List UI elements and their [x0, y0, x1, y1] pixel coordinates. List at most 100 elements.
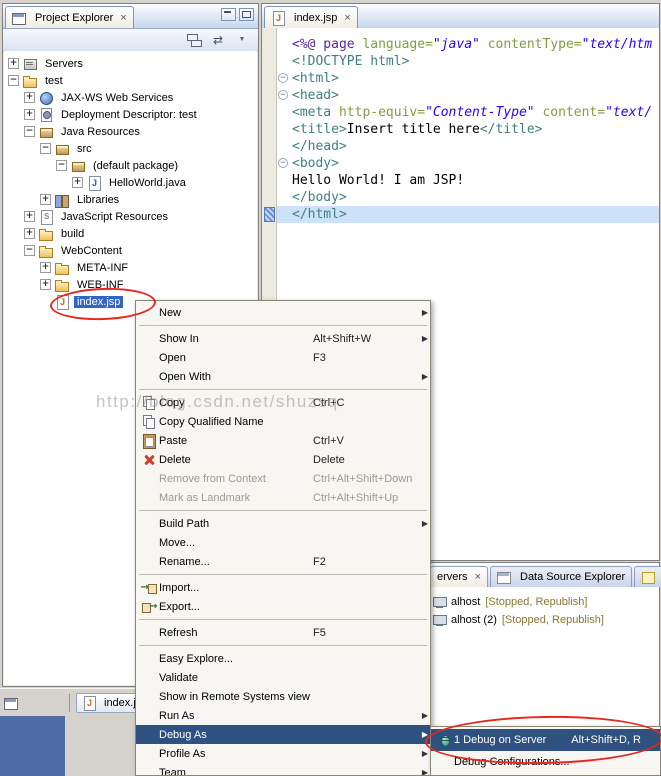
minus-expander-icon[interactable]: − — [24, 245, 35, 256]
menu-shortcut: Ctrl+V — [313, 434, 344, 447]
code-line-2: <!DOCTYPE html> — [292, 54, 410, 69]
code-line-7: </head> — [292, 139, 347, 154]
menu-item-label: Remove from Context — [159, 472, 266, 485]
tab-s[interactable]: S — [634, 566, 661, 587]
code-line-5: <meta http-equiv="Content-Type" content=… — [292, 105, 653, 120]
menu-item-label: Refresh — [159, 626, 198, 639]
close-icon[interactable]: × — [120, 12, 126, 24]
menu-item-run-as[interactable]: Run As ▶ — [136, 706, 430, 725]
plus-expander-icon[interactable]: + — [40, 194, 51, 205]
tree-item-label: Deployment Descriptor: test — [61, 108, 197, 121]
menu-item-refresh[interactable]: Refresh F5 — [136, 623, 430, 642]
tree-item-java-resources[interactable]: − Java Resources — [4, 123, 257, 140]
tree-item-libraries[interactable]: + Libraries — [4, 191, 257, 208]
plus-expander-icon[interactable]: + — [8, 58, 19, 69]
plus-expander-icon[interactable]: + — [72, 177, 83, 188]
folder-icon — [39, 227, 54, 241]
menu-item-rename[interactable]: Rename... F2 — [136, 552, 430, 571]
tree-item-label: JAX-WS Web Services — [61, 91, 174, 104]
tree-item-label: build — [61, 227, 85, 240]
menu-item-debug-as[interactable]: Debug As ▶ — [136, 725, 430, 744]
minus-expander-icon[interactable]: − — [8, 75, 19, 86]
tree-item-test[interactable]: − test — [4, 72, 257, 89]
menu-item-show-in-remote-systems-view[interactable]: Show in Remote Systems view — [136, 687, 430, 706]
menu-separator — [139, 510, 427, 511]
plus-expander-icon[interactable]: + — [24, 109, 35, 120]
tab-ervers[interactable]: ervers × — [430, 566, 488, 587]
tab-data-source-explorer[interactable]: Data Source Explorer — [490, 566, 633, 587]
menu-item-profile-as[interactable]: Profile As ▶ — [136, 744, 430, 763]
close-icon[interactable]: × — [344, 12, 350, 24]
plus-expander-icon[interactable]: + — [24, 92, 35, 103]
tree-item-jax-ws-web-services[interactable]: + JAX-WS Web Services — [4, 89, 257, 106]
fold-minus-icon[interactable]: − — [278, 158, 288, 168]
paste-icon — [142, 433, 157, 449]
menu-item-move[interactable]: Move... — [136, 533, 430, 552]
data-source-icon — [497, 570, 512, 584]
tree-item-build[interactable]: + build — [4, 225, 257, 242]
collapse-all-icon[interactable] — [186, 33, 202, 47]
menu-item-label: Build Path — [159, 517, 210, 530]
menu-item-paste[interactable]: Paste Ctrl+V — [136, 431, 430, 450]
code-line-6: <title>Insert title here</title> — [292, 122, 543, 137]
code-line-10: </body> — [292, 190, 347, 205]
submenu-arrow-icon: ▶ — [421, 749, 428, 758]
tree-item-src[interactable]: − src — [4, 140, 257, 157]
menu-item-export[interactable]: Export... — [136, 597, 430, 616]
menu-item-build-path[interactable]: Build Path ▶ — [136, 514, 430, 533]
minus-expander-icon[interactable]: − — [56, 160, 67, 171]
close-icon[interactable]: × — [475, 571, 481, 583]
tree-item-helloworld-java[interactable]: + HelloWorld.java — [4, 174, 257, 191]
tree-item-meta-inf[interactable]: + META-INF — [4, 259, 257, 276]
project-icon — [23, 74, 38, 88]
code-line-3: − <html> — [277, 70, 659, 87]
plus-expander-icon[interactable]: + — [24, 211, 35, 222]
maximize-icon[interactable] — [239, 8, 254, 21]
descriptor-icon — [39, 107, 54, 122]
project-explorer-toolbar: ⇄ ▼ — [3, 29, 258, 52]
plus-expander-icon[interactable]: + — [40, 279, 51, 290]
menu-item-team[interactable]: Team ▶ — [136, 763, 430, 776]
minus-expander-icon[interactable]: − — [40, 143, 51, 154]
menu-item-copy-qualified-name[interactable]: Copy Qualified Name — [136, 412, 430, 431]
menu-item-label: Show in Remote Systems view — [159, 690, 310, 703]
code-line-8: − <body> — [277, 155, 659, 172]
plus-expander-icon[interactable]: + — [40, 262, 51, 273]
menu-item-open-with[interactable]: Open With ▶ — [136, 367, 430, 386]
plus-expander-icon[interactable]: + — [24, 228, 35, 239]
tab-project-explorer[interactable]: Project Explorer × — [5, 6, 134, 28]
menu-item-delete[interactable]: Delete Delete — [136, 450, 430, 469]
link-with-editor-icon[interactable]: ⇄ — [210, 33, 226, 47]
menu-item-open[interactable]: Open F3 — [136, 348, 430, 367]
menu-item-easy-explore[interactable]: Easy Explore... — [136, 649, 430, 668]
minimize-icon[interactable] — [221, 8, 236, 21]
tab-label: Data Source Explorer — [520, 571, 626, 583]
menu-item-label: Paste — [159, 434, 188, 447]
view-menu-icon[interactable]: ▼ — [234, 33, 250, 47]
tree-item-default-package[interactable]: − (default package) — [4, 157, 257, 174]
menu-item-import[interactable]: Import... — [136, 578, 430, 597]
tree-item-label: JavaScript Resources — [61, 210, 168, 223]
fold-minus-icon[interactable]: − — [278, 90, 288, 100]
tree-item-javascript-resources[interactable]: + JavaScript Resources — [4, 208, 257, 225]
tree-item-deployment-descriptor-test[interactable]: + Deployment Descriptor: test — [4, 106, 257, 123]
menu-item-validate[interactable]: Validate — [136, 668, 430, 687]
fast-view-icon[interactable] — [4, 696, 19, 710]
toolbar-separator — [69, 693, 70, 712]
tab-index-jsp[interactable]: index.jsp × — [264, 6, 358, 28]
menu-item-label: Rename... — [159, 555, 210, 568]
tree-item-webcontent[interactable]: − WebContent — [4, 242, 257, 259]
code-line-9: Hello World! I am JSP! — [292, 173, 465, 188]
tree-item-servers[interactable]: + Servers — [4, 55, 257, 72]
src-icon — [55, 142, 70, 156]
watermark: http://blog.csdn.net/shuzsq — [96, 392, 339, 411]
menu-item-show-in[interactable]: Show In Alt+Shift+W ▶ — [136, 329, 430, 348]
blue-corner — [0, 716, 65, 776]
minus-expander-icon[interactable]: − — [24, 126, 35, 137]
menu-item-label: Mark as Landmark — [159, 491, 251, 504]
folder-icon — [39, 244, 54, 258]
menu-item-new[interactable]: New ▶ — [136, 303, 430, 322]
fold-minus-icon[interactable]: − — [278, 73, 288, 83]
code-line-1: <%@ page language="java" contentType="te… — [292, 37, 653, 52]
tree-item-label: Java Resources — [61, 125, 140, 138]
